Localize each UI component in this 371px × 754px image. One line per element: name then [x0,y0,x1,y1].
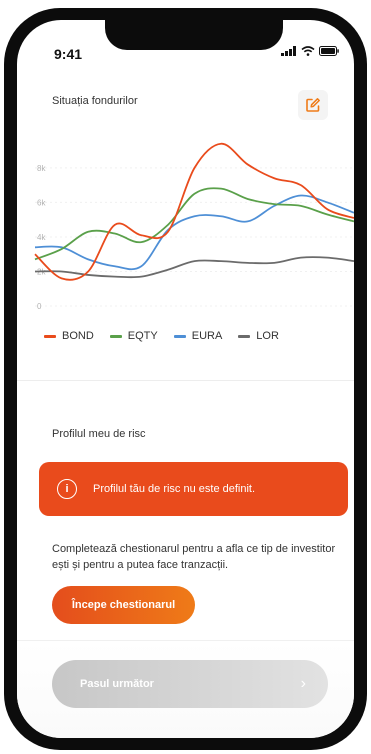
next-step-label: Pasul următor [80,678,154,690]
chevron-right-icon: › [300,675,306,692]
legend-item-eqty: EQTY [109,330,158,342]
series-line-bond [34,142,354,281]
risk-profile-title: Profilul meu de risc [52,428,146,440]
legend-label: EQTY [127,330,158,342]
status-icons [281,46,339,56]
risk-description: Completează chestionarul pentru a afla c… [52,543,336,571]
legend-label: EURA [191,330,223,342]
chart-legend: BOND EQTY EURA LOR [44,330,279,342]
section-divider [17,380,354,381]
legend-item-bond: BOND [44,330,94,342]
battery-icon [319,46,339,56]
info-icon: i [57,479,77,499]
legend-item-eura: EURA [173,330,223,342]
signal-icon [281,46,296,56]
y-tick-label: 0 [37,302,42,311]
wifi-icon [301,46,315,56]
legend-item-lor: LOR [238,330,279,342]
risk-alert-text: Profilul tău de risc nu este definit. [93,483,256,495]
legend-swatch [44,334,56,338]
next-step-button[interactable]: Pasul următor › [52,660,328,708]
y-tick-label: 6k [37,198,46,207]
legend-label: BOND [62,330,94,342]
edit-icon [306,98,320,112]
y-tick-label: 8k [37,164,46,173]
series-line-eqty [34,187,354,261]
y-tick-label: 4k [37,233,46,242]
legend-label: LOR [256,330,279,342]
page-title: Situația fondurilor [52,95,138,107]
series-line-lor [34,256,354,279]
status-time: 9:41 [54,46,83,62]
notch [105,20,283,50]
legend-swatch [173,334,186,338]
screen: 9:41 Situația fondurilor 0 2k 4k 6k 8k B… [17,20,354,738]
legend-swatch [109,334,122,338]
risk-alert: i Profilul tău de risc nu este definit. [39,462,348,516]
funds-chart: 02k4k6k8k [34,142,354,311]
phone-frame: 9:41 Situația fondurilor 0 2k 4k 6k 8k B… [4,8,367,750]
edit-button[interactable] [298,90,328,120]
legend-swatch [238,334,251,338]
start-questionnaire-button[interactable]: Începe chestionarul [52,586,195,624]
